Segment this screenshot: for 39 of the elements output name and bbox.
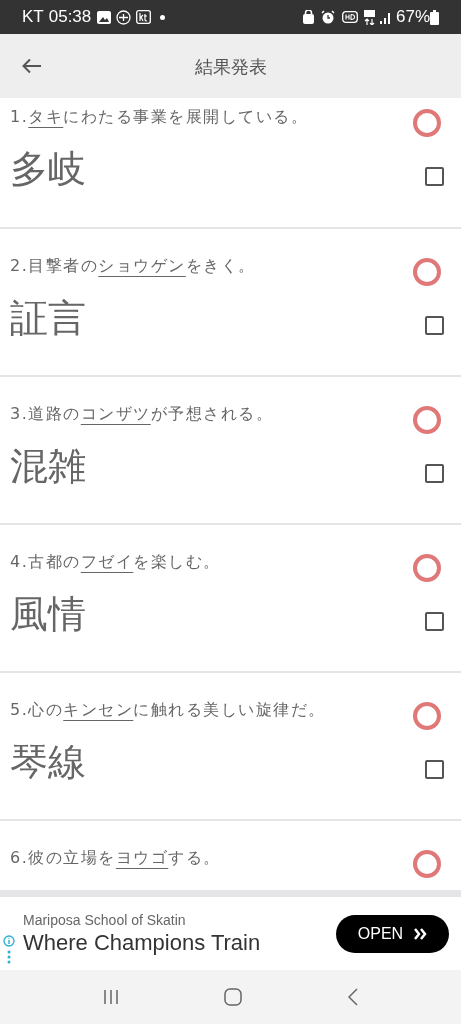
- info-icon[interactable]: [3, 935, 15, 947]
- network-icon: [363, 9, 375, 25]
- double-chevron-icon: [413, 927, 428, 940]
- clock-text: 05:38: [48, 6, 92, 29]
- question-sentence: 1.タキ にわたる事業を展開している。: [10, 106, 310, 128]
- image-icon: [97, 10, 112, 24]
- hd-icon: [341, 11, 358, 23]
- checkbox[interactable]: [425, 463, 444, 483]
- recent-apps-icon[interactable]: [102, 989, 119, 1005]
- ad-headline: Where Champions Train: [23, 928, 262, 957]
- signal-icon: [379, 10, 392, 24]
- back-arrow-icon: [22, 58, 42, 74]
- checkbox[interactable]: [425, 611, 444, 631]
- question-sentence: 2.目撃者のショウゲン をきく。: [10, 255, 257, 277]
- answer-text: 混雑: [10, 443, 87, 490]
- answer-text: 風情: [10, 591, 87, 638]
- lock-icon: [302, 10, 314, 24]
- answer-text: 証言: [10, 295, 87, 342]
- carrier-text: KT: [22, 6, 44, 29]
- question-sentence: 6.彼の立場を ヨウゴする。: [10, 847, 222, 869]
- home-icon[interactable]: [224, 988, 243, 1006]
- alarm-icon: [320, 10, 335, 24]
- answer-text: 琴線: [10, 739, 87, 786]
- back-icon[interactable]: [348, 988, 359, 1006]
- answer-text: 多岐: [10, 146, 87, 193]
- app-icon: [136, 10, 152, 24]
- checkbox[interactable]: [425, 315, 444, 335]
- question-sentence: 5.心のキンセンに触れる美しい旋律だ。: [10, 699, 327, 721]
- screen-title: 結果発表: [194, 54, 267, 79]
- battery-icon: [430, 9, 439, 25]
- question-sentence: 3.道路の コンザツが予想される。: [10, 403, 275, 425]
- battery-text: 67%: [395, 6, 430, 29]
- checkbox[interactable]: [425, 166, 444, 186]
- advertiser-name: Mariposa School of Skatin: [23, 910, 187, 929]
- dot-icon: [160, 14, 166, 20]
- question-sentence: 4.古都のフゼイ を楽しむ。: [10, 551, 222, 573]
- checkbox[interactable]: [425, 759, 444, 779]
- open-button[interactable]: OPEN: [336, 914, 449, 953]
- more-icon[interactable]: [7, 950, 11, 964]
